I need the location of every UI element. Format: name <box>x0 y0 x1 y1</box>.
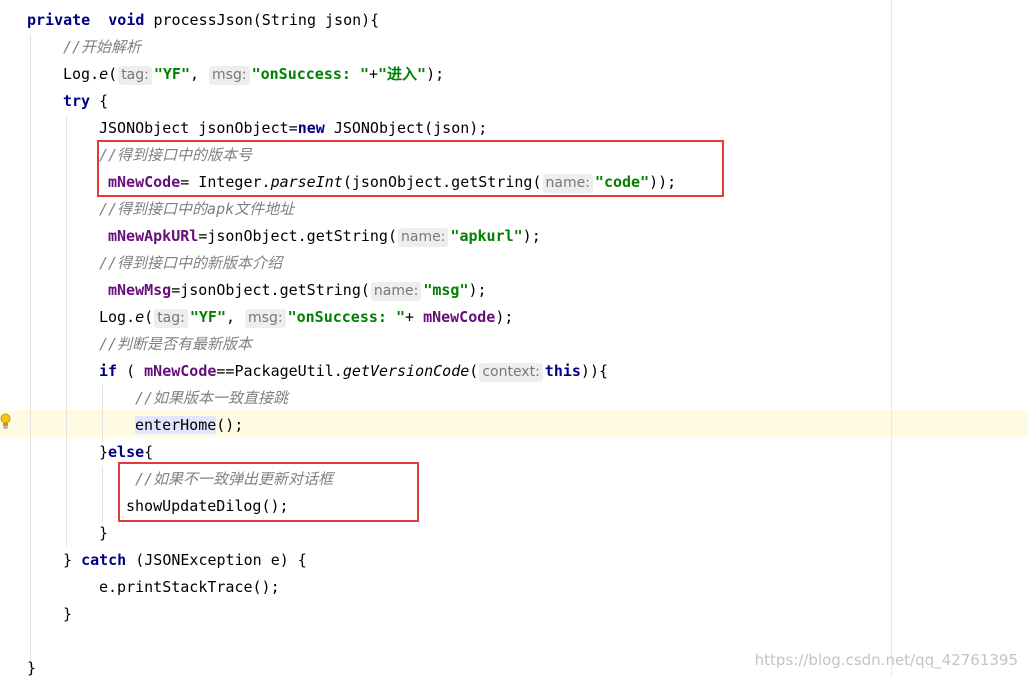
indent-guide <box>66 116 67 546</box>
code-line-11[interactable]: mNewMsg=jsonObject.getString(name: "msg")… <box>108 277 487 304</box>
code-line-24[interactable]: } <box>27 655 36 682</box>
param-hint: msg: <box>209 66 250 85</box>
code-line-22[interactable]: e.printStackTrace(); <box>99 574 280 601</box>
code-line-13[interactable]: //判断是否有最新版本 <box>99 331 252 358</box>
param-hint: msg: <box>245 309 286 328</box>
param-hint: name: <box>370 282 422 301</box>
code-line-1[interactable]: private void processJson(String json){ <box>27 7 379 34</box>
method-usage-highlight: enterHome <box>135 416 217 434</box>
code-line-8[interactable]: //得到接口中的apk文件地址 <box>99 196 294 223</box>
code-line-14[interactable]: if ( mNewCode==PackageUtil.getVersionCod… <box>99 358 608 385</box>
code-line-15[interactable]: //如果版本一致直接跳 <box>135 385 288 412</box>
param-hint: context: <box>479 363 543 382</box>
code-line-9[interactable]: mNewApkURl=jsonObject.getString(name: "ap… <box>108 223 541 250</box>
right-margin-guide <box>891 0 892 677</box>
code-line-16[interactable]: enterHome(); <box>135 412 243 439</box>
highlight-box-update-dialog <box>118 462 419 522</box>
code-editor[interactable]: private void processJson(String json){ /… <box>0 0 1028 677</box>
param-hint: tag: <box>118 66 152 85</box>
indent-guide <box>30 34 31 674</box>
highlight-box-version-code <box>97 140 724 197</box>
indent-guide <box>102 385 103 443</box>
lightbulb-icon[interactable] <box>0 413 11 430</box>
indent-guide <box>102 466 103 524</box>
code-line-12[interactable]: Log.e(tag: "YF", msg: "onSuccess: "+ mNewC… <box>99 304 513 331</box>
code-line-10[interactable]: //得到接口中的新版本介绍 <box>99 250 282 277</box>
watermark: https://blog.csdn.net/qq_42761395 <box>754 651 1018 669</box>
code-line-23[interactable]: } <box>63 601 72 628</box>
code-line-5[interactable]: JSONObject jsonObject=new JSONObject(jso… <box>99 115 487 142</box>
code-line-20[interactable]: } <box>99 520 108 547</box>
code-line-4[interactable]: try { <box>63 88 108 115</box>
param-hint: name: <box>398 228 449 247</box>
code-line-3[interactable]: Log.e(tag: "YF", msg: "onSuccess: "+"进入"); <box>63 61 444 88</box>
param-hint: tag: <box>154 309 188 328</box>
code-line-21[interactable]: } catch (JSONException e) { <box>63 547 307 574</box>
code-line-2[interactable]: //开始解析 <box>63 34 141 61</box>
